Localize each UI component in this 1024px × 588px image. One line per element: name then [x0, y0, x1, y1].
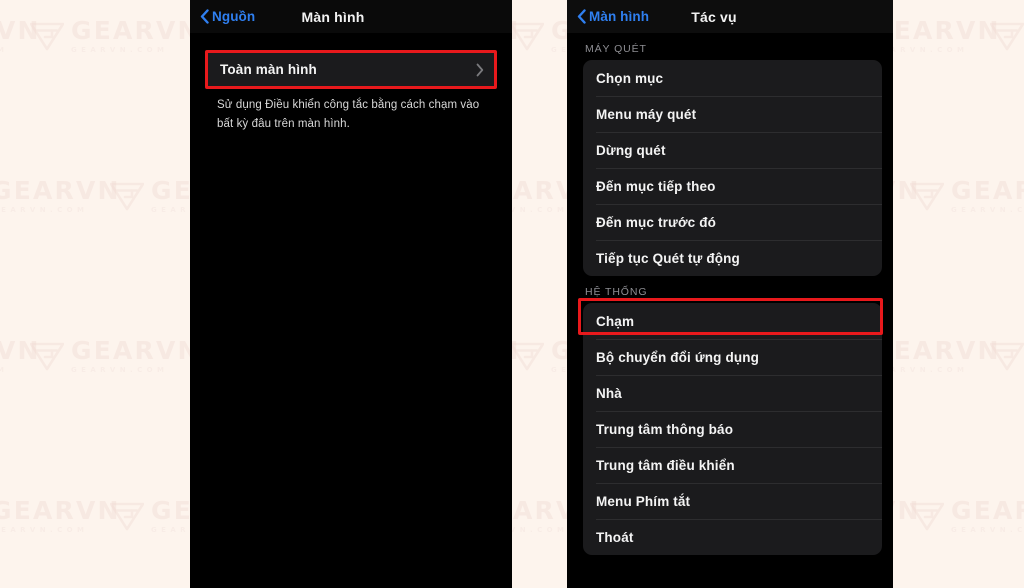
list-item-label: Bộ chuyển đổi ứng dụng [596, 349, 760, 365]
gearvn-watermark: GEARVNGEARVN.COM [0, 498, 121, 534]
gearvn-triangle-logo-icon [990, 342, 1024, 371]
gearvn-watermark-name: GEARVN [951, 176, 1024, 205]
gearvn-triangle-logo-icon [30, 342, 64, 371]
section-header-system: HỆ THỐNG [585, 286, 648, 298]
gearvn-watermark-subtitle: GEARVN.COM [0, 366, 9, 374]
list-item[interactable]: Đến mục trước đó [583, 204, 882, 240]
gearvn-watermark-text: GEARVNGEARVN.COM [951, 498, 1024, 534]
right-navigation-bar: Màn hình Tác vụ [567, 0, 893, 33]
gearvn-triangle-logo-icon [910, 502, 944, 531]
fullscreen-description: Sử dụng Điều khiển công tắc bằng cách ch… [217, 99, 480, 130]
right-back-label: Màn hình [589, 9, 650, 24]
gearvn-triangle-logo-icon [30, 22, 64, 51]
gearvn-triangle-logo-icon [910, 182, 944, 211]
gearvn-triangle-logo-icon [510, 342, 544, 371]
left-back-button[interactable]: Nguồn [200, 9, 255, 24]
gearvn-triangle-logo-icon [510, 22, 544, 51]
gearvn-triangle-logo-icon [990, 22, 1024, 51]
gearvn-watermark-subtitle: GEARVN.COM [951, 526, 1024, 534]
list-item-label: Chọn mục [596, 70, 664, 86]
gearvn-watermark: GEARVNGEARVN.COM [990, 338, 1024, 374]
gearvn-watermark: GEARVNGEARVN.COM [990, 18, 1024, 54]
list-item[interactable]: Chọn mục [583, 60, 882, 96]
fullscreen-row-label: Toàn màn hình [220, 62, 317, 77]
gearvn-watermark-subtitle: GEARVN.COM [951, 206, 1024, 214]
list-item[interactable]: Đến mục tiếp theo [583, 168, 882, 204]
list-item-label: Đến mục tiếp theo [596, 178, 716, 194]
list-item-label: Thoát [596, 529, 634, 545]
list-item[interactable]: Bộ chuyển đổi ứng dụng [583, 339, 882, 375]
gearvn-triangle-logo-icon [110, 502, 144, 531]
list-item[interactable]: Chạm [583, 303, 882, 339]
gearvn-watermark-name: GEARVN [71, 16, 201, 45]
gearvn-watermark-subtitle: GEARVN.COM [71, 366, 169, 374]
chevron-right-icon [476, 63, 484, 77]
gearvn-watermark: GEARVNGEARVN.COM [0, 178, 121, 214]
list-item[interactable]: Tiếp tục Quét tự động [583, 240, 882, 276]
gearvn-watermark: GEARVNGEARVN.COM [0, 18, 41, 54]
gearvn-watermark-text: GEARVNGEARVN.COM [71, 18, 201, 54]
right-screen-body: MÁY QUÉT Chọn mục Menu máy quét Dừng quét Đ… [567, 33, 893, 588]
list-item[interactable]: Trung tâm điều khiển [583, 447, 882, 483]
list-item-label: Nhà [596, 385, 622, 401]
list-item[interactable]: Nhà [583, 375, 882, 411]
system-group-container: Chạm Bộ chuyển đổi ứng dụng Nhà Trung tâm t… [567, 298, 893, 555]
list-item-label: Dừng quét [596, 142, 666, 158]
left-navigation-bar: Nguồn Màn hình [190, 0, 512, 33]
gearvn-triangle-logo-icon [110, 182, 144, 211]
list-item[interactable]: Thoát [583, 519, 882, 555]
gearvn-watermark-text: GEARVNGEARVN.COM [0, 498, 121, 534]
chevron-left-icon [577, 9, 586, 24]
left-phone-screenshot: Nguồn Màn hình Toàn màn hình Sử dụng Điề… [190, 0, 512, 588]
gearvn-watermark-subtitle: GEARVN.COM [71, 46, 169, 54]
list-item[interactable]: Dừng quét [583, 132, 882, 168]
fullscreen-row[interactable]: Toàn màn hình [208, 53, 494, 86]
gearvn-watermark-subtitle: GEARVN.COM [0, 526, 89, 534]
list-item[interactable]: Menu máy quét [583, 96, 882, 132]
list-item-label: Tiếp tục Quét tự động [596, 250, 740, 266]
section-header-scanner: MÁY QUÉT [585, 43, 647, 55]
gearvn-watermark-text: GEARVNGEARVN.COM [0, 18, 41, 54]
list-item[interactable]: Menu Phím tắt [583, 483, 882, 519]
gearvn-watermark-name: GEARVN [0, 16, 41, 45]
gearvn-watermark: GEARVNGEARVN.COM [30, 338, 201, 374]
gearvn-watermark-text: GEARVNGEARVN.COM [0, 178, 121, 214]
list-item-label: Đến mục trước đó [596, 214, 717, 230]
left-screen-body: Toàn màn hình Sử dụng Điều khiển công tắ… [190, 33, 512, 588]
gearvn-watermark-name: GEARVN [951, 496, 1024, 525]
gearvn-watermark-text: GEARVNGEARVN.COM [71, 338, 201, 374]
right-back-button[interactable]: Màn hình [577, 9, 649, 24]
gearvn-watermark: GEARVNGEARVN.COM [910, 178, 1024, 214]
gearvn-watermark-text: GEARVNGEARVN.COM [0, 338, 41, 374]
list-item-label: Trung tâm điều khiển [596, 457, 735, 473]
gearvn-watermark-text: GEARVNGEARVN.COM [951, 178, 1024, 214]
list-item-label: Trung tâm thông báo [596, 421, 734, 437]
gearvn-watermark-name: GEARVN [0, 336, 41, 365]
fullscreen-row-container: Toàn màn hình [205, 50, 497, 89]
list-item-label: Menu Phím tắt [596, 493, 691, 509]
list-item-label: Chạm [596, 313, 635, 329]
gearvn-watermark-name: GEARVN [0, 176, 121, 205]
gearvn-watermark: GEARVNGEARVN.COM [30, 18, 201, 54]
left-back-label: Nguồn [212, 9, 256, 24]
scanner-cell-group: Chọn mục Menu máy quét Dừng quét Đến mục ti… [583, 60, 882, 276]
gearvn-watermark: GEARVNGEARVN.COM [0, 338, 41, 374]
list-item[interactable]: Trung tâm thông báo [583, 411, 882, 447]
screenshot-stage: GEARVNGEARVN.COMGEARVNGEARVN.COMGEARVNGE… [0, 0, 1024, 588]
right-phone-screenshot: Màn hình Tác vụ MÁY QUÉT Chọn mục Menu má… [567, 0, 893, 588]
gearvn-watermark: GEARVNGEARVN.COM [910, 498, 1024, 534]
gearvn-watermark-name: GEARVN [71, 336, 201, 365]
gearvn-watermark-subtitle: GEARVN.COM [0, 46, 9, 54]
gearvn-watermark-name: GEARVN [0, 496, 121, 525]
gearvn-watermark-subtitle: GEARVN.COM [0, 206, 89, 214]
system-cell-group: Chạm Bộ chuyển đổi ứng dụng Nhà Trung tâm t… [583, 303, 882, 555]
list-item-label: Menu máy quét [596, 106, 697, 122]
chevron-left-icon [200, 9, 209, 24]
